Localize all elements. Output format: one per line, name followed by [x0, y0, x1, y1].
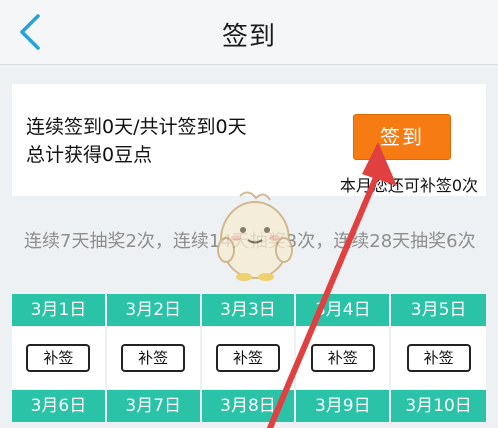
points-text: 总计获得0豆点: [26, 144, 153, 166]
calendar-cell: 补签: [107, 327, 202, 389]
calendar-date: 3月3日: [201, 294, 297, 326]
calendar-date: 3月8日: [201, 390, 297, 422]
calendar-date: 3月9日: [296, 390, 392, 422]
mascot-watermark-icon: [217, 191, 293, 281]
makeup-button[interactable]: 补签: [310, 344, 375, 372]
calendar-date: 3月10日: [391, 390, 486, 422]
streak-text: 连续签到0天/共计签到0天: [26, 116, 247, 138]
makeup-remaining-text: 本月您还可补签0次: [339, 176, 478, 195]
calendar-cell: 补签: [12, 327, 107, 389]
calendar-makeup-row: 补签 补签 补签 补签 补签: [12, 326, 486, 390]
page-title: 签到: [221, 22, 276, 52]
calendar-date-row: 3月1日 3月2日 3月3日 3月4日 3月5日: [12, 294, 486, 326]
calendar-date: 3月2日: [106, 294, 202, 326]
calendar-date: 3月5日: [391, 294, 486, 326]
checkin-button[interactable]: 签到: [353, 114, 451, 160]
calendar-date: 3月4日: [296, 294, 392, 326]
calendar-date: 3月1日: [12, 294, 107, 326]
checkin-calendar: 3月1日 3月2日 3月3日 3月4日 3月5日 补签 补签 补签 补签 补签 …: [12, 294, 486, 422]
makeup-button[interactable]: 补签: [121, 344, 186, 372]
makeup-button[interactable]: 补签: [406, 344, 471, 372]
calendar-cell: 补签: [296, 327, 392, 389]
header-bar: 签到: [0, 0, 498, 65]
makeup-button[interactable]: 补签: [215, 344, 280, 372]
calendar-date: 3月7日: [106, 390, 202, 422]
calendar-cell: 补签: [391, 327, 486, 389]
calendar-date-row: 3月6日 3月7日 3月8日 3月9日 3月10日: [12, 390, 486, 422]
calendar-date: 3月6日: [12, 390, 107, 422]
checkin-summary-card: 连续签到0天/共计签到0天 总计获得0豆点 签到 本月您还可补签0次: [12, 84, 486, 196]
makeup-button[interactable]: 补签: [26, 344, 91, 372]
calendar-cell: 补签: [202, 327, 297, 389]
